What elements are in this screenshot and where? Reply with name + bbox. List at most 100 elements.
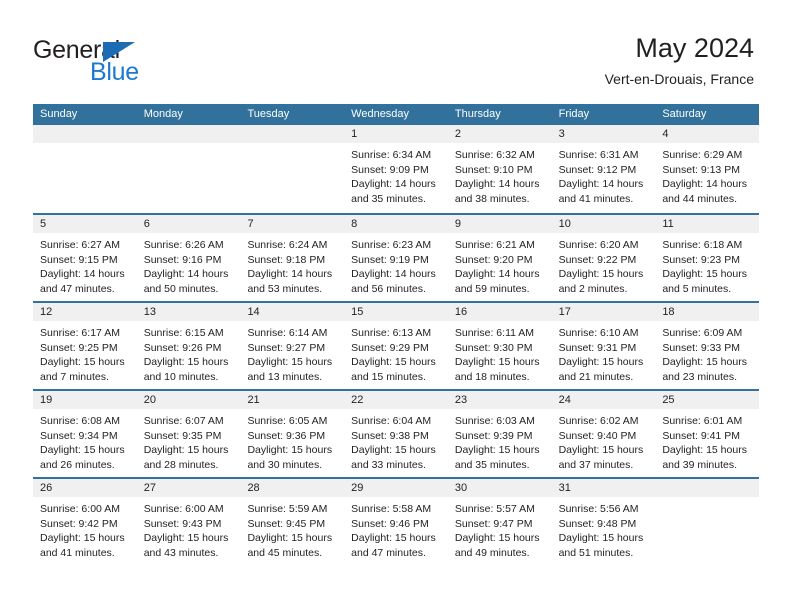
day-cell-6[interactable]: 6 Sunrise: 6:26 AM Sunset: 9:16 PM Daylight… (136, 215, 241, 301)
day-number: 21 (240, 391, 345, 409)
day-cell-13[interactable]: 13 Sunrise: 6:15 AM Sunset: 9:26 PM Dayligh… (136, 303, 241, 389)
daylight-text-2: and 5 minutes. (662, 282, 732, 295)
day-number: 11 (655, 215, 760, 233)
weekday-header-friday: Friday (558, 108, 590, 120)
daylight-text-2: and 47 minutes. (351, 546, 426, 559)
weekday-header-sunday: Sunday (40, 108, 78, 120)
day-number: 6 (136, 215, 241, 233)
day-number: 12 (33, 303, 137, 321)
sunset-text: Sunset: 9:09 PM (351, 163, 429, 176)
day-cell-23[interactable]: 23 Sunrise: 6:03 AM Sunset: 9:39 PM Dayligh… (447, 391, 552, 477)
weekday-header-monday: Monday (143, 108, 183, 120)
day-cell-17[interactable]: 17 Sunrise: 6:10 AM Sunset: 9:31 PM Dayligh… (551, 303, 656, 389)
daylight-text-2: and 15 minutes. (351, 370, 426, 383)
day-cell-22[interactable]: 22 Sunrise: 6:04 AM Sunset: 9:38 PM Dayligh… (344, 391, 448, 477)
day-detail-lines: Sunrise: 6:13 AM Sunset: 9:29 PM Daylight:… (344, 321, 448, 384)
daylight-text-2: and 59 minutes. (454, 282, 530, 295)
day-cell-14[interactable]: 14 Sunrise: 6:14 AM Sunset: 9:27 PM Dayligh… (240, 303, 345, 389)
day-cell-28[interactable]: 28 Sunrise: 5:59 AM Sunset: 9:45 PM Dayligh… (240, 479, 345, 565)
day-number (655, 479, 760, 497)
day-number: 2 (447, 125, 552, 143)
day-cell-4[interactable]: 4 Sunrise: 6:29 AM Sunset: 9:13 PM Daylight… (655, 125, 760, 213)
daylight-text-2: and 35 minutes. (351, 192, 426, 205)
daylight-text-2: and 38 minutes. (454, 192, 530, 205)
sunrise-text: Sunrise: 5:59 AM (247, 503, 328, 515)
day-detail-lines (33, 143, 137, 148)
sunrise-text: Sunrise: 6:02 AM (558, 415, 639, 427)
day-detail-lines: Sunrise: 6:29 AM Sunset: 9:13 PM Daylight:… (655, 143, 759, 206)
sunrise-text: Sunrise: 6:05 AM (247, 415, 328, 427)
day-detail-lines: Sunrise: 6:27 AM Sunset: 9:15 PM Daylight:… (33, 233, 137, 296)
day-cell-3[interactable]: 3 Sunrise: 6:31 AM Sunset: 9:12 PM Daylight… (551, 125, 656, 213)
day-cell-2[interactable]: 2 Sunrise: 6:32 AM Sunset: 9:10 PM Daylight… (447, 125, 552, 213)
day-cell-27[interactable]: 27 Sunrise: 6:00 AM Sunset: 9:43 PM Dayligh… (136, 479, 241, 565)
day-cell-24[interactable]: 24 Sunrise: 6:02 AM Sunset: 9:40 PM Dayligh… (551, 391, 656, 477)
daylight-text-2: and 33 minutes. (351, 458, 426, 471)
day-cell-16[interactable]: 16 Sunrise: 6:11 AM Sunset: 9:30 PM Dayligh… (447, 303, 552, 389)
day-cell-empty (240, 125, 345, 213)
daylight-text-1: Daylight: 15 hours (454, 444, 540, 457)
daylight-text-2: and 41 minutes. (40, 546, 115, 559)
day-cell-7[interactable]: 7 Sunrise: 6:24 AM Sunset: 9:18 PM Daylight… (240, 215, 345, 301)
sunset-text: Sunset: 9:29 PM (351, 341, 429, 354)
daylight-text-1: Daylight: 15 hours (351, 532, 436, 545)
day-cell-12[interactable]: 12 Sunrise: 6:17 AM Sunset: 9:25 PM Dayligh… (33, 303, 137, 389)
day-detail-lines: Sunrise: 6:26 AM Sunset: 9:16 PM Daylight:… (137, 233, 241, 296)
sunset-text: Sunset: 9:22 PM (558, 253, 637, 266)
day-cell-11[interactable]: 11 Sunrise: 6:18 AM Sunset: 9:23 PM Dayligh… (655, 215, 760, 301)
day-detail-lines (655, 497, 759, 502)
day-detail-lines: Sunrise: 6:14 AM Sunset: 9:27 PM Daylight:… (240, 321, 344, 384)
day-cell-1[interactable]: 1 Sunrise: 6:34 AM Sunset: 9:09 PM Daylight… (344, 125, 448, 213)
day-number: 5 (33, 215, 137, 233)
day-cell-26[interactable]: 26 Sunrise: 6:00 AM Sunset: 9:42 PM Dayligh… (33, 479, 137, 565)
sunset-text: Sunset: 9:47 PM (454, 517, 533, 530)
day-detail-lines: Sunrise: 6:08 AM Sunset: 9:34 PM Daylight:… (33, 409, 137, 472)
sunset-text: Sunset: 9:27 PM (247, 341, 326, 354)
day-detail-lines: Sunrise: 5:59 AM Sunset: 9:45 PM Daylight:… (240, 497, 344, 560)
day-number: 30 (447, 479, 552, 497)
day-cell-31[interactable]: 31 Sunrise: 5:56 AM Sunset: 9:48 PM Dayligh… (551, 479, 656, 565)
day-cell-10[interactable]: 10 Sunrise: 6:20 AM Sunset: 9:22 PM Dayligh… (551, 215, 656, 301)
calendar-grid: Sunday Monday Tuesday Wednesday Thursday Frid… (33, 104, 760, 565)
day-detail-lines: Sunrise: 6:23 AM Sunset: 9:19 PM Daylight:… (344, 233, 448, 296)
day-detail-lines: Sunrise: 6:11 AM Sunset: 9:30 PM Daylight:… (448, 321, 552, 384)
sunrise-text: Sunrise: 6:13 AM (351, 327, 432, 339)
day-cell-19[interactable]: 19 Sunrise: 6:08 AM Sunset: 9:34 PM Dayligh… (33, 391, 137, 477)
daylight-text-1: Daylight: 15 hours (662, 444, 747, 457)
day-cell-8[interactable]: 8 Sunrise: 6:23 AM Sunset: 9:19 PM Daylight… (344, 215, 448, 301)
calendar-week-row: 19 Sunrise: 6:08 AM Sunset: 9:34 PM Dayligh… (33, 389, 760, 477)
sunrise-text: Sunrise: 6:04 AM (351, 415, 432, 427)
day-cell-30[interactable]: 30 Sunrise: 5:57 AM Sunset: 9:47 PM Dayligh… (447, 479, 552, 565)
day-number: 22 (344, 391, 448, 409)
day-cell-15[interactable]: 15 Sunrise: 6:13 AM Sunset: 9:29 PM Dayligh… (344, 303, 448, 389)
day-cell-29[interactable]: 29 Sunrise: 5:58 AM Sunset: 9:46 PM Dayligh… (344, 479, 448, 565)
daylight-text-1: Daylight: 15 hours (558, 532, 644, 545)
day-detail-lines: Sunrise: 6:18 AM Sunset: 9:23 PM Daylight:… (655, 233, 759, 296)
day-cell-20[interactable]: 20 Sunrise: 6:07 AM Sunset: 9:35 PM Dayligh… (136, 391, 241, 477)
sunset-text: Sunset: 9:26 PM (143, 341, 222, 354)
day-number (240, 125, 345, 143)
sunset-text: Sunset: 9:23 PM (662, 253, 740, 266)
general-blue-logo[interactable]: General Blue (33, 36, 273, 86)
calendar-week-row: 26 Sunrise: 6:00 AM Sunset: 9:42 PM Dayligh… (33, 477, 760, 565)
day-cell-18[interactable]: 18 Sunrise: 6:09 AM Sunset: 9:33 PM Dayligh… (655, 303, 760, 389)
day-detail-lines: Sunrise: 5:57 AM Sunset: 9:47 PM Daylight:… (448, 497, 552, 560)
daylight-text-1: Daylight: 14 hours (247, 268, 333, 281)
day-cell-21[interactable]: 21 Sunrise: 6:05 AM Sunset: 9:36 PM Dayligh… (240, 391, 345, 477)
day-cell-5[interactable]: 5 Sunrise: 6:27 AM Sunset: 9:15 PM Daylight… (33, 215, 137, 301)
day-number: 29 (344, 479, 448, 497)
sunrise-text: Sunrise: 6:08 AM (40, 415, 120, 427)
day-cell-empty (33, 125, 137, 213)
day-cell-9[interactable]: 9 Sunrise: 6:21 AM Sunset: 9:20 PM Daylight… (447, 215, 552, 301)
day-number: 13 (136, 303, 241, 321)
day-detail-lines: Sunrise: 6:05 AM Sunset: 9:36 PM Daylight:… (240, 409, 344, 472)
daylight-text-1: Daylight: 15 hours (351, 356, 436, 369)
day-cell-25[interactable]: 25 Sunrise: 6:01 AM Sunset: 9:41 PM Dayligh… (655, 391, 760, 477)
sunset-text: Sunset: 9:33 PM (662, 341, 740, 354)
day-detail-lines: Sunrise: 5:56 AM Sunset: 9:48 PM Daylight:… (552, 497, 656, 560)
calendar-page: General Blue May 2024 Vert-en-Drouais, F… (0, 0, 792, 612)
weekday-header-row: Sunday Monday Tuesday Wednesday Thursday Frid… (33, 104, 759, 125)
sunset-text: Sunset: 9:16 PM (143, 253, 222, 266)
daylight-text-1: Daylight: 15 hours (40, 356, 125, 369)
day-number: 24 (551, 391, 656, 409)
